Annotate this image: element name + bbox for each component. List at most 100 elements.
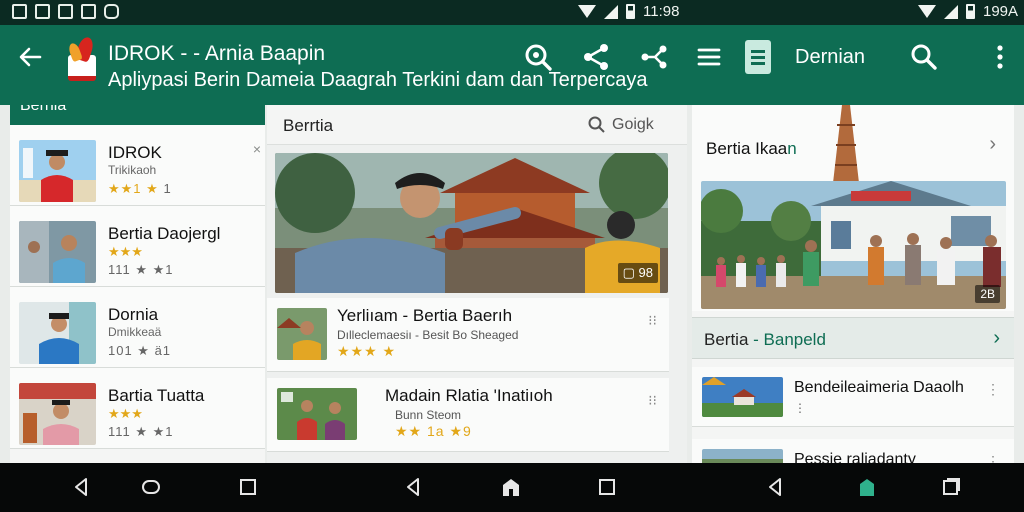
- notification-icons: [12, 4, 119, 19]
- thumbnail-image: [19, 221, 96, 283]
- search-box[interactable]: Goigk: [588, 116, 654, 134]
- list-item[interactable]: Dornia Dmikkeaä 1‌01 ★ ä1: [10, 287, 265, 368]
- home-icon[interactable]: [140, 476, 162, 498]
- item-title: Pessie raliadanty: [794, 451, 916, 463]
- status-bar: 11:98 199A: [0, 0, 1024, 25]
- video-duration-badge: ▢ 98: [617, 263, 658, 283]
- more-icon[interactable]: ⁝⁝: [648, 392, 657, 409]
- thumbnail-image: [19, 302, 96, 364]
- card-subtitle: Bunn Steom: [395, 408, 462, 422]
- item-title: Bartia Tuatta: [108, 386, 205, 405]
- card-subtitle: Dılleclemaesiı - Besit Bo Sheaged: [337, 328, 519, 342]
- section-header[interactable]: Bertia - Banpeld ›: [692, 317, 1014, 359]
- list-item[interactable]: Pessie raliadanty ⋮: [692, 439, 1014, 463]
- list-item[interactable]: Bendeileaimeria Daaolh ⋮ ⋮: [692, 367, 1014, 427]
- panel-title: Berrtia: [283, 116, 334, 135]
- document-icon: [745, 40, 771, 74]
- signal-icon: [604, 4, 618, 19]
- section-title: Dernian: [795, 46, 866, 68]
- news-card[interactable]: Yerliıam - Bertia Baerıh Dılleclemaesiı …: [267, 298, 669, 372]
- list-item[interactable]: Bartia Tuatta ★★★ 1‌11 ★ ★1: [10, 368, 265, 449]
- photo-count-badge: 2B: [975, 285, 1000, 303]
- back-icon[interactable]: [402, 476, 424, 498]
- close-icon[interactable]: ×: [253, 141, 261, 157]
- item-rating: ★★★: [108, 406, 143, 421]
- notification-icon: [81, 4, 96, 19]
- more-icon[interactable]: ⁝⁝: [648, 312, 657, 329]
- app-subtitle: Apliypasi Berin Dameia Daagrah Terkini d…: [108, 69, 648, 91]
- more-vert-icon[interactable]: ⋮: [986, 453, 1000, 463]
- regional-header: Bertia Ikaan › 2B: [692, 105, 1014, 311]
- thumbnail-image: [277, 388, 357, 440]
- search-icon[interactable]: [522, 41, 554, 73]
- item-title: IDROK: [108, 143, 162, 162]
- more-icon[interactable]: ⋮: [794, 401, 806, 415]
- navigation-bar: [0, 463, 1024, 512]
- search-icon: [588, 116, 605, 133]
- recents-icon[interactable]: [940, 476, 962, 498]
- notification-icon: [12, 4, 27, 19]
- battery-icon: [626, 4, 635, 19]
- more-vert-icon[interactable]: ⋮: [986, 381, 1000, 398]
- rating-stars: ★★1 ★ 1: [108, 181, 172, 196]
- thumbnail-image: [19, 140, 96, 202]
- card-title: Yerliıam - Bertia Baerıh: [337, 306, 513, 325]
- rating-stars: 1‌11 ★ ★1: [108, 424, 174, 439]
- list-item[interactable]: IDROK Trikikaoh ★★1 ★ 1 ×: [10, 125, 265, 206]
- news-card[interactable]: Madain Rlatia 'Inatiıoh Bunn Steom ★★ 1a…: [267, 378, 669, 452]
- status-right-right: 199A: [918, 3, 1018, 20]
- wifi-icon: [578, 5, 596, 18]
- search-icon[interactable]: [908, 41, 940, 73]
- list-item[interactable]: Bertia Daojergl ★★★ 1‌11 ★ ★1: [10, 206, 265, 287]
- app-screen: 11:98 199A IDROK - - Arnia Baapin Apliyp…: [0, 0, 1024, 512]
- thumbnail-image: [19, 383, 96, 445]
- rating-stars: 1‌01 ★ ä1: [108, 343, 172, 358]
- item-title: Bertia Daojergl: [108, 224, 221, 243]
- recents-icon[interactable]: [596, 476, 618, 498]
- home-icon[interactable]: [500, 476, 522, 498]
- featured-panel: Berrtia Goigk ▢ 98 Yerliıam - Bertia Bae…: [267, 105, 687, 463]
- signal-icon: [944, 4, 958, 19]
- news-list-panel: Bernia IDROK Trikikaoh ★★1 ★ 1 × Bertia …: [10, 105, 265, 463]
- share-icon[interactable]: [580, 41, 612, 73]
- notification-icon: [35, 4, 50, 19]
- recents-icon[interactable]: [237, 476, 259, 498]
- search-text: Goigk: [612, 116, 654, 133]
- rating-stars: 1‌11 ★ ★1: [108, 262, 174, 277]
- back-icon[interactable]: [764, 476, 786, 498]
- rating-stars: ★★★ ★: [337, 343, 397, 359]
- chevron-right-icon[interactable]: ›: [993, 327, 1000, 350]
- chevron-right-icon[interactable]: ›: [989, 133, 996, 156]
- back-icon[interactable]: [70, 476, 92, 498]
- notification-icon: [104, 4, 119, 19]
- status-right-left: 11:98: [578, 3, 679, 20]
- rating-stars: ★★ 1a ★9: [395, 423, 472, 439]
- tower-image: [831, 105, 861, 183]
- item-subtitle: Dmikkeaä: [108, 325, 162, 339]
- item-subtitle: Trikikaoh: [108, 163, 157, 177]
- thumbnail-image: [277, 308, 327, 360]
- app-logo: [64, 35, 100, 81]
- thumbnail-image: [702, 377, 783, 417]
- regional-panel: Bertia Ikaan › 2B Bertia - Banpeld › Ben…: [692, 105, 1014, 463]
- thumbnail-image: [702, 449, 783, 463]
- share-alt-icon[interactable]: [637, 41, 669, 73]
- status-time: 11:98: [643, 3, 680, 20]
- notification-icon: [58, 4, 73, 19]
- item-title: Dornia: [108, 305, 159, 324]
- app-title: IDROK - - Arnia Baapin: [108, 42, 326, 65]
- featured-image[interactable]: ▢ 98: [275, 153, 668, 293]
- battery-icon: [966, 4, 975, 19]
- section-heading: Bertia - Banpeld: [704, 330, 826, 349]
- app-bar: IDROK - - Arnia Baapin Apliypasi Berin D…: [0, 25, 1024, 105]
- section-heading: Bertia Ikaan: [706, 139, 797, 158]
- card-title: Madain Rlatia 'Inatiıoh: [385, 386, 553, 405]
- panel-header: Bernia: [10, 105, 265, 125]
- more-vert-icon[interactable]: [984, 41, 1016, 73]
- menu-icon[interactable]: [694, 41, 726, 73]
- back-arrow-icon[interactable]: [16, 43, 44, 71]
- home-icon[interactable]: [856, 476, 878, 498]
- item-title: Bendeileaimeria Daaolh: [794, 379, 964, 396]
- regional-image[interactable]: 2B: [701, 181, 1006, 309]
- item-rating: ★★★: [108, 244, 143, 259]
